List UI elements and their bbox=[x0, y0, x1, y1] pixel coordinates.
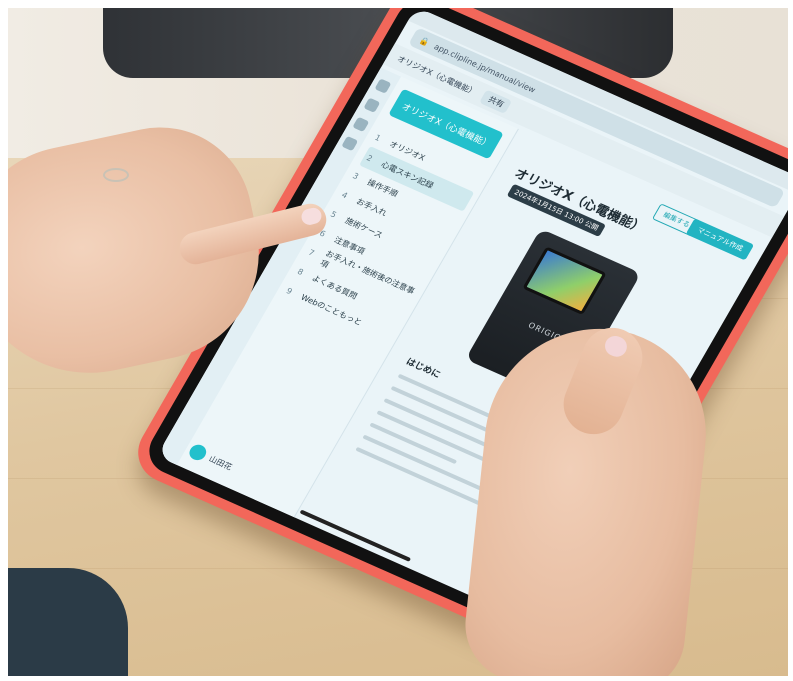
home-icon[interactable] bbox=[374, 78, 392, 94]
lock-icon: 🔒 bbox=[418, 35, 432, 48]
user-chip[interactable]: 山田花 bbox=[186, 442, 235, 474]
device-screen bbox=[522, 246, 607, 316]
ring bbox=[103, 168, 129, 182]
settings-icon[interactable] bbox=[341, 135, 359, 152]
document-icon[interactable] bbox=[363, 97, 381, 113]
user-name: 山田花 bbox=[207, 453, 234, 472]
finger-nail bbox=[299, 206, 324, 227]
sleeve bbox=[8, 568, 128, 676]
photo-scene: 🔒 app.clipline.jp/manual/view オリジオX（心電機能… bbox=[8, 8, 788, 676]
share-button[interactable]: 共有 bbox=[479, 89, 513, 114]
folder-icon[interactable] bbox=[352, 116, 370, 133]
avatar bbox=[186, 442, 210, 463]
thumb-nail bbox=[601, 332, 630, 360]
